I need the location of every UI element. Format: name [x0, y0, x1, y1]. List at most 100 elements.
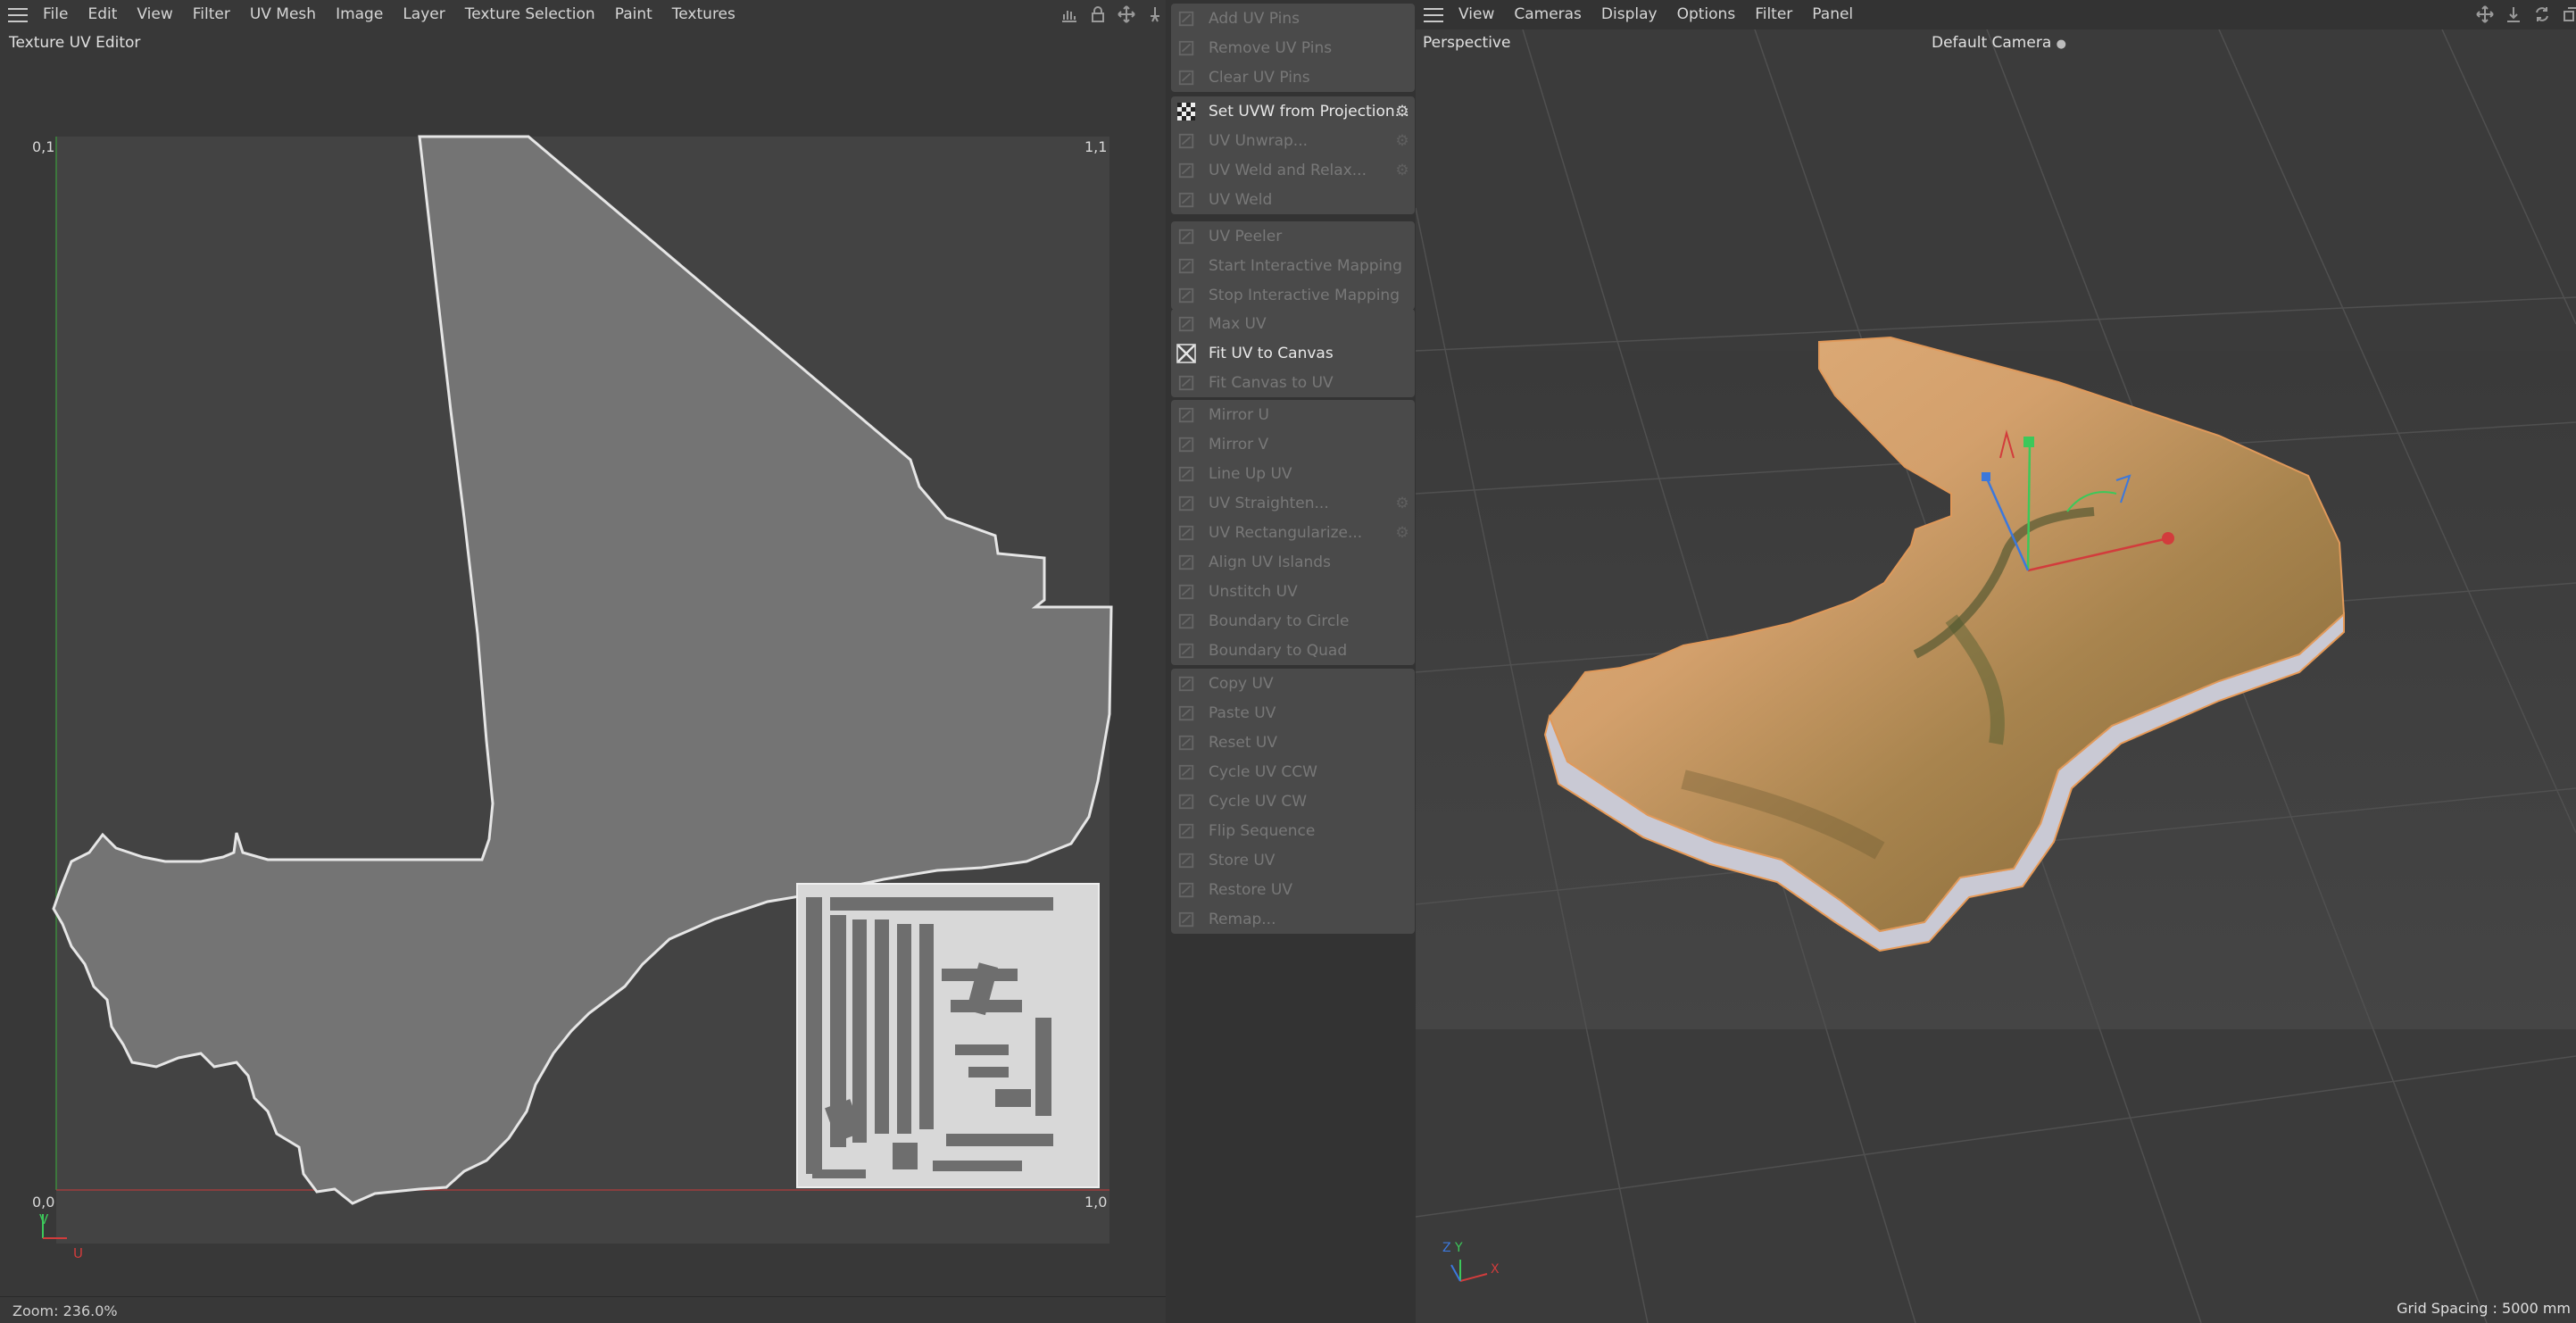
- dolly-icon[interactable]: [2503, 4, 2524, 25]
- maximize-icon[interactable]: [2560, 4, 2576, 25]
- uv-corner-top-left: 0,1: [32, 138, 55, 155]
- command-copy-uv[interactable]: Copy UV: [1171, 669, 1415, 698]
- uv-status-divider: [0, 1296, 1166, 1297]
- uv-axis-v-label: V: [39, 1211, 49, 1227]
- command-uv-peeler[interactable]: UV Peeler: [1171, 221, 1415, 251]
- command-set-uvw-from-projection[interactable]: Set UVW from Projection... ⚙: [1171, 96, 1415, 126]
- command-cycle-uv-ccw[interactable]: Cycle UV CCW: [1171, 757, 1415, 786]
- command-clear-uv-pins[interactable]: Clear UV Pins: [1171, 62, 1415, 92]
- command-reset-uv[interactable]: Reset UV: [1171, 728, 1415, 757]
- viewport-title: Perspective: [1423, 34, 1511, 52]
- command-cycle-uv-cw[interactable]: Cycle UV CW: [1171, 786, 1415, 816]
- command-uv-straighten[interactable]: UV Straighten... ⚙: [1171, 488, 1415, 518]
- cycle-ccw-icon: [1176, 762, 1196, 782]
- command-label: Fit Canvas to UV: [1209, 373, 1334, 392]
- command-label: Paste UV: [1209, 703, 1276, 722]
- histogram-icon[interactable]: [1059, 4, 1080, 25]
- command-remap[interactable]: Remap...: [1171, 904, 1415, 934]
- menu-filter[interactable]: Filter: [183, 0, 240, 29]
- uv-canvas[interactable]: [0, 54, 1166, 1296]
- command-flip-sequence[interactable]: Flip Sequence: [1171, 816, 1415, 845]
- gear-icon[interactable]: ⚙: [1393, 103, 1411, 121]
- vp-menu-filter[interactable]: Filter: [1745, 0, 1802, 29]
- command-start-interactive-mapping[interactable]: Start Interactive Mapping: [1171, 251, 1415, 280]
- move-view-icon[interactable]: [2474, 4, 2496, 25]
- uv-commands-palette: Add UV Pins Remove UV Pins Clear UV Pins Se…: [1166, 0, 1416, 1323]
- command-label: Boundary to Circle: [1209, 612, 1350, 630]
- command-uv-unwrap[interactable]: UV Unwrap... ⚙: [1171, 126, 1415, 155]
- weld-relax-icon: [1176, 161, 1196, 180]
- command-store-uv[interactable]: Store UV: [1171, 845, 1415, 875]
- command-boundary-to-circle[interactable]: Boundary to Circle: [1171, 606, 1415, 636]
- vp-menu-options[interactable]: Options: [1667, 0, 1746, 29]
- move-icon[interactable]: [1116, 4, 1137, 25]
- uv-axis-u-label: U: [73, 1245, 83, 1261]
- pin-add-icon: [1176, 9, 1196, 29]
- gear-icon[interactable]: ⚙: [1393, 495, 1411, 512]
- command-mirror-v[interactable]: Mirror V: [1171, 429, 1415, 459]
- uv-editor-title: Texture UV Editor: [9, 34, 141, 52]
- command-fit-uv-to-canvas[interactable]: Fit UV to Canvas: [1171, 338, 1415, 368]
- menu-layer[interactable]: Layer: [393, 0, 454, 29]
- command-paste-uv[interactable]: Paste UV: [1171, 698, 1415, 728]
- lock-icon[interactable]: [1087, 4, 1109, 25]
- align-islands-icon: [1176, 553, 1196, 572]
- pin-icon[interactable]: [1144, 4, 1166, 25]
- viewport-hamburger-icon[interactable]: [1424, 7, 1443, 22]
- command-uv-weld[interactable]: UV Weld: [1171, 185, 1415, 214]
- command-label: Clear UV Pins: [1209, 68, 1310, 87]
- menu-textures[interactable]: Textures: [662, 0, 745, 29]
- camera-icon: ●: [2056, 37, 2066, 51]
- boundary-circle-icon: [1176, 612, 1196, 631]
- command-label: Set UVW from Projection...: [1209, 102, 1409, 121]
- uv-corner-top-right: 1,1: [1084, 138, 1108, 155]
- world-axis-x-label: X: [1491, 1262, 1500, 1277]
- command-uv-weld-and-relax[interactable]: UV Weld and Relax... ⚙: [1171, 155, 1415, 185]
- command-align-uv-islands[interactable]: Align UV Islands: [1171, 547, 1415, 577]
- fit-canvas-icon: [1176, 373, 1196, 393]
- command-uv-rectangularize[interactable]: UV Rectangularize... ⚙: [1171, 518, 1415, 547]
- unstitch-icon: [1176, 582, 1196, 602]
- fit-uv-icon: [1176, 343, 1196, 363]
- command-max-uv[interactable]: Max UV: [1171, 309, 1415, 338]
- vp-menu-view[interactable]: View: [1449, 0, 1504, 29]
- mirror-v-icon: [1176, 435, 1196, 454]
- command-line-up-uv[interactable]: Line Up UV: [1171, 459, 1415, 488]
- gear-icon[interactable]: ⚙: [1393, 162, 1411, 179]
- command-stop-interactive-mapping[interactable]: Stop Interactive Mapping: [1171, 280, 1415, 310]
- viewport-canvas[interactable]: [1416, 29, 2576, 1323]
- cycle-cw-icon: [1176, 792, 1196, 811]
- vp-menu-panel[interactable]: Panel: [1802, 0, 1863, 29]
- menu-image[interactable]: Image: [326, 0, 393, 29]
- command-label: UV Rectangularize...: [1209, 523, 1363, 542]
- menu-uv-mesh[interactable]: UV Mesh: [240, 0, 326, 29]
- menu-texture-selection[interactable]: Texture Selection: [455, 0, 605, 29]
- command-remove-uv-pins[interactable]: Remove UV Pins: [1171, 33, 1415, 62]
- rotate-view-icon[interactable]: [2531, 4, 2553, 25]
- hamburger-menu-icon[interactable]: [8, 7, 28, 22]
- gear-icon[interactable]: ⚙: [1393, 524, 1411, 542]
- command-unstitch-uv[interactable]: Unstitch UV: [1171, 577, 1415, 606]
- command-label: Max UV: [1209, 314, 1267, 333]
- command-boundary-to-quad[interactable]: Boundary to Quad: [1171, 636, 1415, 665]
- menu-view[interactable]: View: [127, 0, 182, 29]
- menu-file[interactable]: File: [33, 0, 78, 29]
- vp-menu-display[interactable]: Display: [1591, 0, 1667, 29]
- camera-selector[interactable]: Default Camera ●: [1932, 34, 2066, 52]
- world-axis-y-label: Y: [1455, 1241, 1463, 1255]
- gear-icon[interactable]: ⚙: [1393, 132, 1411, 150]
- vp-menu-cameras[interactable]: Cameras: [1504, 0, 1591, 29]
- command-mirror-u[interactable]: Mirror U: [1171, 400, 1415, 429]
- command-group: UV Peeler Start Interactive Mapping Stop I…: [1171, 221, 1415, 310]
- command-label: Remove UV Pins: [1209, 38, 1333, 57]
- command-restore-uv[interactable]: Restore UV: [1171, 875, 1415, 904]
- command-label: Start Interactive Mapping: [1209, 256, 1402, 275]
- command-label: Mirror U: [1209, 405, 1269, 424]
- menu-paint[interactable]: Paint: [605, 0, 662, 29]
- command-fit-canvas-to-uv[interactable]: Fit Canvas to UV: [1171, 368, 1415, 397]
- menu-edit[interactable]: Edit: [78, 0, 127, 29]
- command-add-uv-pins[interactable]: Add UV Pins: [1171, 4, 1415, 33]
- uv-editor-panel: File Edit View Filter UV Mesh Image Laye…: [0, 0, 1166, 1323]
- mirror-u-icon: [1176, 405, 1196, 425]
- remap-icon: [1176, 910, 1196, 929]
